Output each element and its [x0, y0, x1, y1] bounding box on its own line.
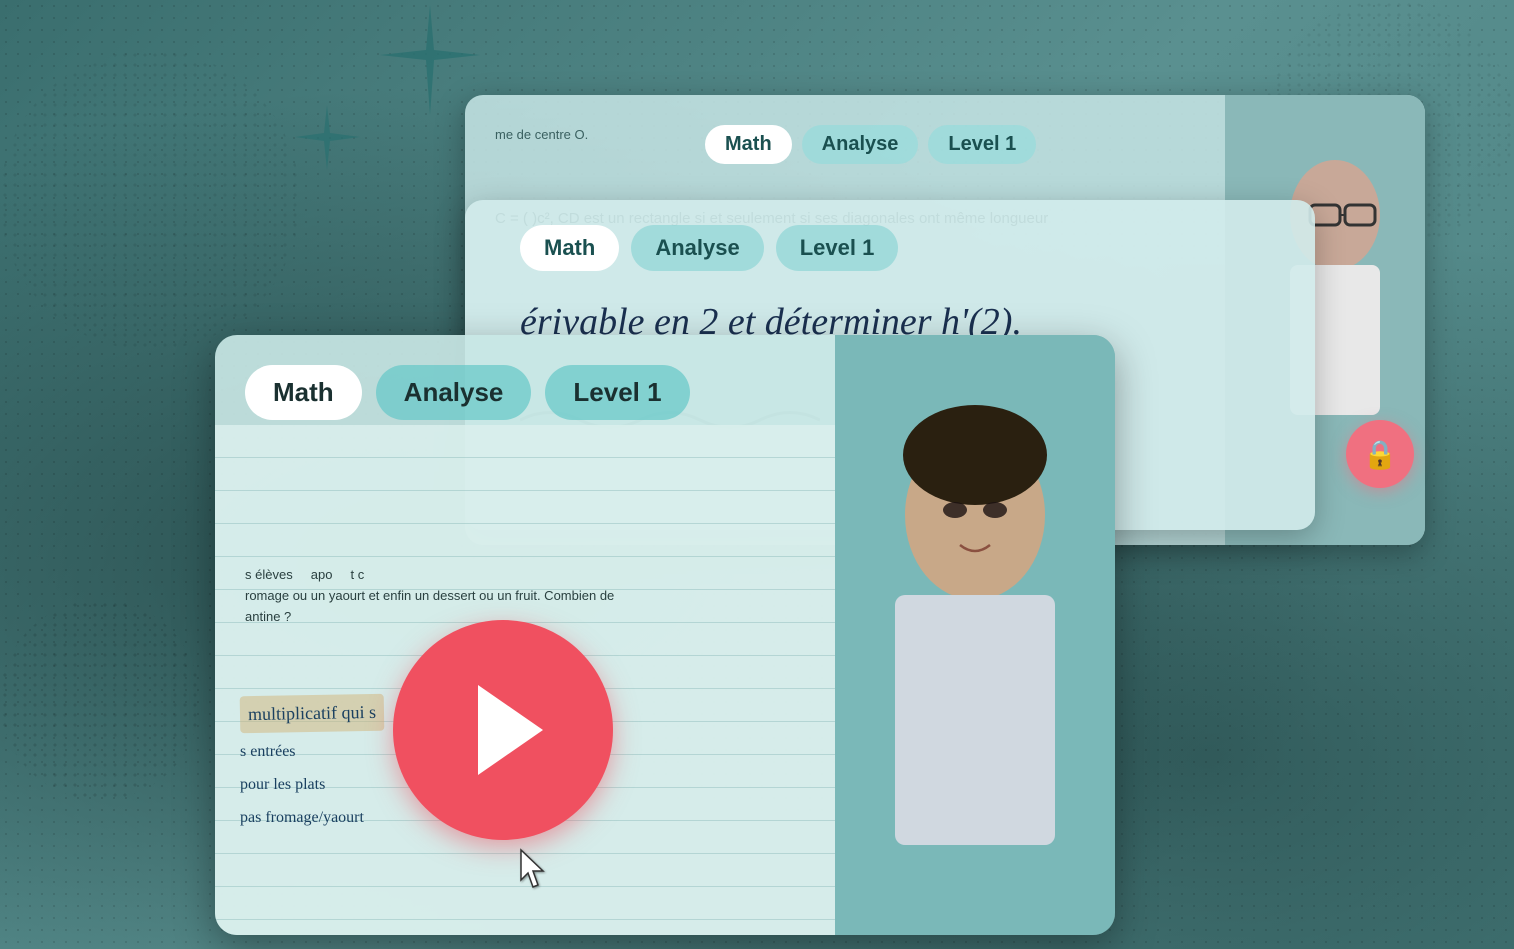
problem-line1: s élèves apo t c [245, 565, 805, 586]
problem-text: s élèves apo t c romage ou un yaourt et … [245, 565, 805, 627]
dots-cluster-top-left [0, 50, 300, 350]
lock-button[interactable]: 🔒 [1346, 420, 1414, 488]
card-front-tag-level[interactable]: Level 1 [545, 365, 689, 420]
card-mid-tag-math[interactable]: Math [520, 225, 619, 271]
lock-icon: 🔒 [1363, 438, 1398, 471]
handwritten-plats: pour les plats [240, 768, 325, 801]
card-front-tag-math[interactable]: Math [245, 365, 362, 420]
card-back-tag-level[interactable]: Level 1 [928, 125, 1036, 164]
handwritten-fromage: pas fromage/yaourt [240, 801, 364, 834]
card-back-tags: Math Analyse Level 1 [705, 125, 1036, 164]
play-button[interactable] [393, 620, 613, 840]
play-triangle-icon [478, 685, 543, 775]
card-front-left: Math Analyse Level 1 s élèves apo t c ro… [215, 335, 835, 935]
card-back-tag-analyse[interactable]: Analyse [802, 125, 919, 164]
handwritten-label: multiplicatif qui s [240, 694, 385, 734]
cursor-icon [513, 845, 553, 905]
person-large-svg [835, 335, 1115, 935]
problem-line2: romage ou un yaourt et enfin un dessert … [245, 586, 805, 607]
card-mid-tags: Math Analyse Level 1 [520, 225, 898, 271]
handwritten-entries: s entrées [240, 735, 296, 768]
dots-cluster-bottom-left [0, 600, 200, 800]
card-mid-tag-level[interactable]: Level 1 [776, 225, 899, 271]
card-front-tags: Math Analyse Level 1 [245, 365, 690, 420]
person-large-svg-container [835, 335, 1115, 935]
card-back-tag-math[interactable]: Math [705, 125, 792, 164]
card-mid-tag-analyse[interactable]: Analyse [631, 225, 763, 271]
sparkle-small-icon [295, 105, 360, 170]
card-front-video-panel [835, 335, 1115, 935]
cursor-svg [513, 845, 553, 895]
card-front: Math Analyse Level 1 s élèves apo t c ro… [215, 335, 1115, 935]
card-front-tag-analyse[interactable]: Analyse [376, 365, 532, 420]
